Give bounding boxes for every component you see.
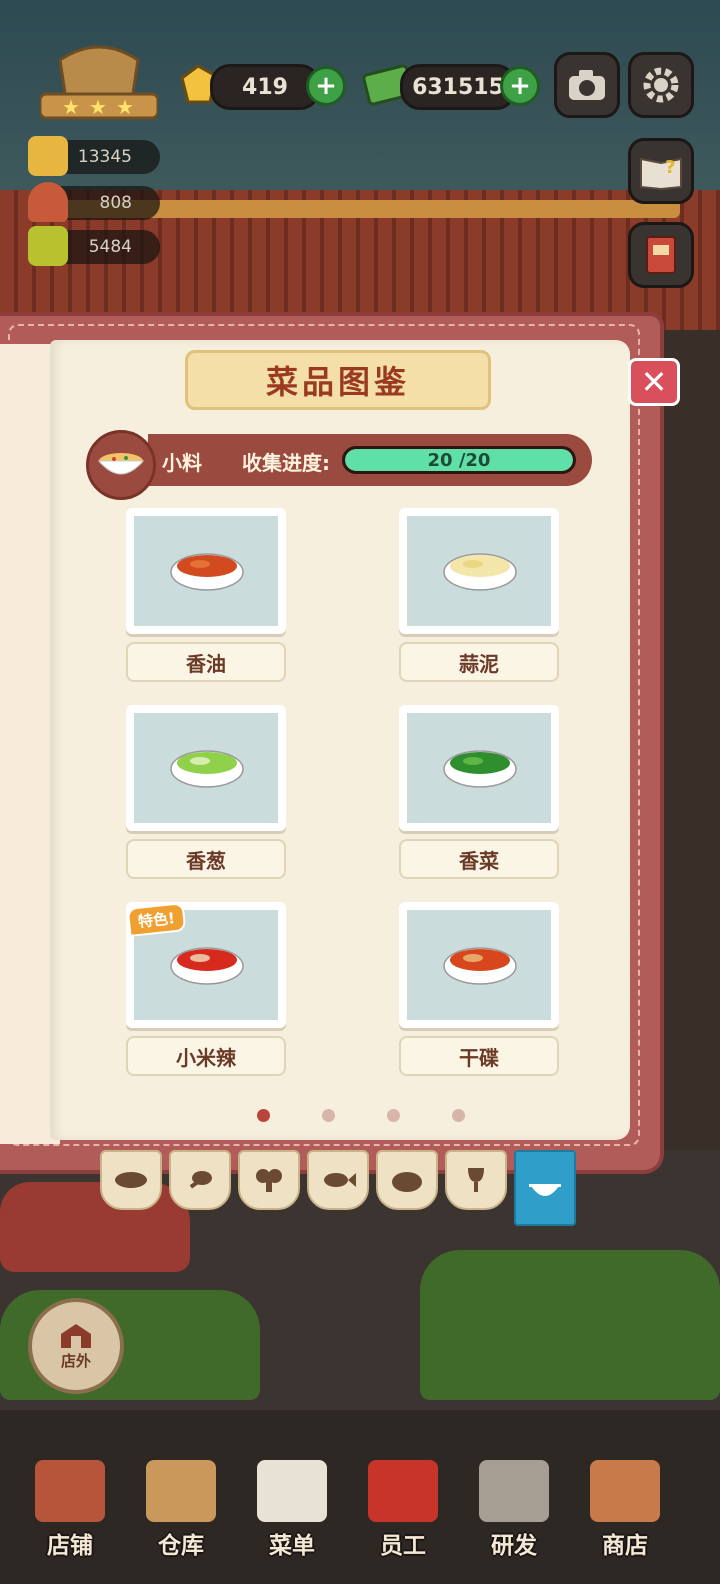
outside-label: 店外 xyxy=(60,1351,91,1370)
close-button[interactable]: ✕ xyxy=(628,358,680,406)
restaurant-rank-badge[interactable]: ★ ★ ★ xyxy=(38,40,160,126)
cloche-icon xyxy=(28,182,68,222)
nav-item-label: 仓库 xyxy=(158,1533,204,1559)
nav-item-icon xyxy=(35,1460,105,1522)
tab-soup-bowl[interactable] xyxy=(514,1150,576,1226)
red-book-icon xyxy=(646,236,676,274)
progress-text: 20 /20 xyxy=(427,449,491,471)
nav-item-label: 员工 xyxy=(380,1533,426,1559)
nav-item[interactable]: 菜单 xyxy=(242,1440,342,1560)
svg-text:★: ★ xyxy=(62,95,80,119)
chili-dish-icon xyxy=(170,947,244,985)
sesame-oil-dish-icon xyxy=(170,553,244,591)
nav-item-icon xyxy=(479,1460,549,1522)
recipe-book-button[interactable] xyxy=(628,222,694,288)
dish-card[interactable] xyxy=(399,902,559,1028)
stat-pill-2: 808 xyxy=(28,182,160,222)
red-car xyxy=(0,1182,190,1272)
drumstick-icon xyxy=(189,1171,212,1189)
settings-button[interactable] xyxy=(628,52,694,118)
dish-card[interactable] xyxy=(126,705,286,831)
dish-name: 干碟 xyxy=(399,1036,559,1076)
stat-value-1: 13345 xyxy=(77,147,132,167)
add-gems-button[interactable]: + xyxy=(306,66,346,106)
category-icon xyxy=(86,430,156,500)
close-icon: ✕ xyxy=(640,363,668,401)
tab-wine[interactable] xyxy=(445,1150,507,1210)
fish-icon xyxy=(324,1173,356,1187)
stat-value-3: 5484 xyxy=(88,237,132,257)
page-dot[interactable] xyxy=(452,1109,465,1122)
svg-text:★: ★ xyxy=(116,95,134,119)
ingot-icon xyxy=(28,136,68,176)
add-cash-button[interactable]: + xyxy=(500,66,540,106)
soup-bowl-icon xyxy=(529,1184,561,1196)
dish-card[interactable] xyxy=(126,508,286,634)
tab-drumstick[interactable] xyxy=(169,1150,231,1210)
nav-item-label: 菜单 xyxy=(269,1533,315,1559)
stat-value-2: 808 xyxy=(99,193,132,213)
svg-text:?: ? xyxy=(665,157,675,178)
dish-card[interactable] xyxy=(399,508,559,634)
scallion-dish-icon xyxy=(170,750,244,788)
tab-fish[interactable] xyxy=(307,1150,369,1210)
book-title: 菜品图鉴 xyxy=(185,350,491,410)
bread-icon xyxy=(392,1172,422,1192)
nav-item[interactable]: 研发 xyxy=(464,1440,564,1560)
gear-icon xyxy=(643,67,679,103)
dish-name: 香菜 xyxy=(399,839,559,879)
dish-name: 小米辣 xyxy=(126,1036,286,1076)
page-dot[interactable] xyxy=(387,1109,400,1122)
question-book-icon: ? xyxy=(640,157,682,191)
camera-icon xyxy=(569,70,605,100)
nav-item-label: 商店 xyxy=(602,1533,648,1559)
dish-name: 香葱 xyxy=(126,839,286,879)
guide-book-button[interactable]: ? xyxy=(628,138,694,204)
dry-dip-dish-icon xyxy=(443,947,517,985)
nav-item-label: 研发 xyxy=(491,1533,537,1559)
dish-name: 蒜泥 xyxy=(399,642,559,682)
cilantro-dish-icon xyxy=(443,750,517,788)
shop-front-icon xyxy=(61,1323,91,1348)
dish-name: 香油 xyxy=(126,642,286,682)
green-book-icon xyxy=(28,226,68,266)
page-dot[interactable] xyxy=(257,1109,270,1122)
nav-item[interactable]: 仓库 xyxy=(131,1440,231,1560)
tab-wok[interactable] xyxy=(100,1150,162,1210)
dish-card[interactable] xyxy=(399,705,559,831)
special-tag: 特色! xyxy=(126,902,187,937)
page-dot[interactable] xyxy=(322,1109,335,1122)
wine-icon xyxy=(468,1168,484,1192)
wok-icon xyxy=(115,1172,147,1188)
camera-button[interactable] xyxy=(554,52,620,118)
nav-item-icon xyxy=(368,1460,438,1522)
stat-pill-3: 5484 xyxy=(28,226,160,266)
minced-garlic-dish-icon xyxy=(443,553,517,591)
stat-pill-1: 13345 xyxy=(28,136,160,176)
nav-item[interactable]: 商店 xyxy=(575,1440,675,1560)
tab-broccoli[interactable] xyxy=(238,1150,300,1210)
outside-button[interactable]: 店外 xyxy=(28,1298,124,1394)
category-name: 小料 xyxy=(162,451,202,475)
progress-label: 收集进度: xyxy=(242,451,330,475)
nav-item-label: 店铺 xyxy=(47,1533,93,1559)
nav-item-icon xyxy=(257,1460,327,1522)
nav-item[interactable]: 店铺 xyxy=(20,1440,120,1560)
tab-bread[interactable] xyxy=(376,1150,438,1210)
gem-count: 419 xyxy=(210,64,320,110)
broccoli-icon xyxy=(256,1169,282,1192)
nav-item-icon xyxy=(590,1460,660,1522)
hedge-right xyxy=(420,1250,720,1400)
nav-item[interactable]: 员工 xyxy=(353,1440,453,1560)
nav-item-icon xyxy=(146,1460,216,1522)
svg-text:★: ★ xyxy=(89,95,107,119)
cash-count: 631515 xyxy=(400,64,516,110)
progress-bar: 20 /20 xyxy=(342,446,576,474)
